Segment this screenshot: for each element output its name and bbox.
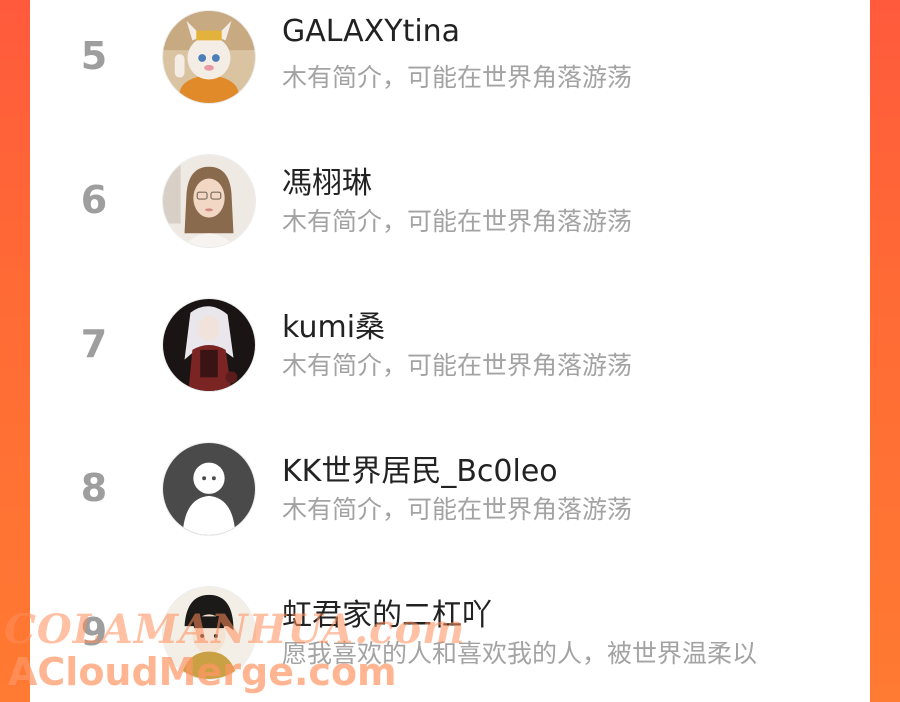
ranking-list-panel: 5 GALAXYtina 木有简介，可能在世界角落游荡 6 馮栩琳 木有简介，可… bbox=[30, 0, 870, 702]
rank-number: 8 bbox=[80, 466, 108, 510]
list-item[interactable]: 5 GALAXYtina 木有简介，可能在世界角落游荡 bbox=[30, 0, 870, 120]
user-name[interactable]: GALAXYtina bbox=[282, 14, 460, 49]
list-item[interactable]: 8 KK世界居民_Bc0leo 木有简介，可能在世界角落游荡 bbox=[30, 432, 870, 552]
user-bio: 木有简介，可能在世界角落游荡 bbox=[282, 351, 633, 380]
mascot-avatar-icon[interactable] bbox=[162, 10, 256, 104]
rank-number: 5 bbox=[80, 34, 108, 78]
watermark-colamanhua: COLAMANHUA.com bbox=[4, 606, 466, 653]
user-bio: 木有简介，可能在世界角落游荡 bbox=[282, 495, 633, 524]
default-user-avatar-icon[interactable] bbox=[162, 442, 256, 536]
list-item[interactable]: 7 kumi桑 木有简介，可能在世界角落游荡 bbox=[30, 288, 870, 408]
user-bio: 木有简介，可能在世界角落游荡 bbox=[282, 63, 633, 92]
rank-number: 6 bbox=[80, 178, 108, 222]
anime-girl-avatar-icon[interactable] bbox=[162, 298, 256, 392]
rank-number: 7 bbox=[80, 322, 108, 366]
woman-photo-avatar-icon[interactable] bbox=[162, 154, 256, 248]
user-bio: 木有简介，可能在世界角落游荡 bbox=[282, 207, 633, 236]
user-name[interactable]: KK世界居民_Bc0leo bbox=[282, 446, 558, 490]
list-item[interactable]: 6 馮栩琳 木有简介，可能在世界角落游荡 bbox=[30, 144, 870, 264]
watermark-acloudmerge: ACloudMerge.com bbox=[8, 650, 397, 694]
user-name[interactable]: 馮栩琳 bbox=[282, 158, 372, 202]
user-name[interactable]: kumi桑 bbox=[282, 302, 385, 346]
